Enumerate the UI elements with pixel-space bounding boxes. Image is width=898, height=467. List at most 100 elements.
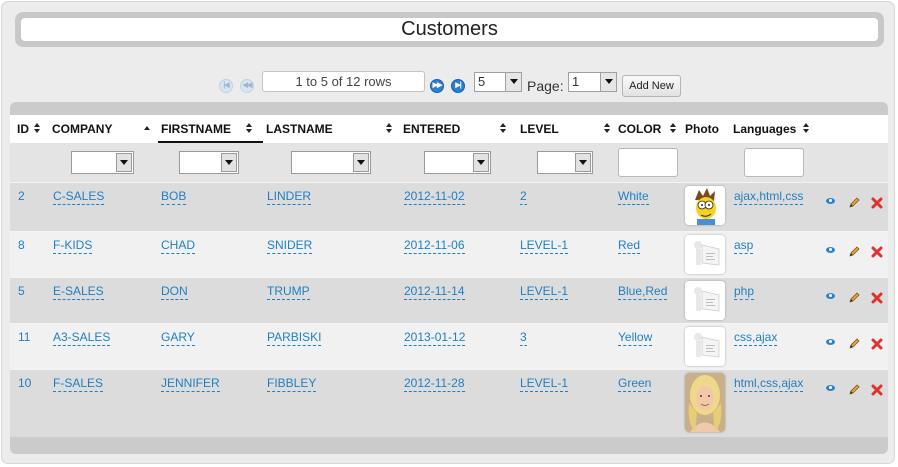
col-color-header[interactable]: COLOR	[618, 115, 681, 143]
cell-company[interactable]: F-KIDS	[53, 238, 93, 254]
cell-languages[interactable]: css,ajax	[734, 330, 778, 346]
cell-firstname[interactable]: DON	[161, 284, 188, 300]
languages-filter-input[interactable]	[744, 148, 804, 177]
customers-panel: Customers |◀ ◀◀ 1 to 5 of 12 rows ▶▶ ▶| …	[1, 1, 895, 464]
col-entered-header[interactable]: ENTERED	[403, 115, 511, 143]
firstname-filter-select[interactable]	[179, 151, 239, 174]
page-number-value: 1	[572, 74, 580, 89]
view-icon[interactable]	[826, 198, 835, 204]
cell-id: 2	[18, 189, 25, 203]
cell-company[interactable]: E-SALES	[53, 284, 104, 300]
delete-x-icon[interactable]	[871, 245, 883, 258]
placeholder-avatar	[685, 281, 725, 320]
cell-lastname[interactable]: PARBISKI	[267, 330, 322, 346]
cell-level[interactable]: LEVEL-1	[520, 376, 569, 392]
placeholder-avatar	[685, 327, 725, 366]
col-lastname-header[interactable]: LASTNAME	[266, 115, 396, 143]
page-size-select[interactable]: 5	[474, 72, 522, 92]
cell-level[interactable]: 3	[520, 330, 527, 346]
cell-level[interactable]: LEVEL-1	[520, 238, 569, 254]
cell-firstname[interactable]: CHAD	[161, 238, 196, 254]
cell-lastname[interactable]: LINDER	[267, 189, 312, 205]
delete-x-icon[interactable]	[871, 291, 883, 304]
edit-pencil-icon[interactable]	[848, 245, 861, 258]
cell-firstname[interactable]: BOB	[161, 189, 187, 205]
view-icon[interactable]	[826, 339, 835, 345]
color-filter-input[interactable]	[618, 148, 678, 177]
col-languages-header[interactable]: Languages	[733, 115, 813, 143]
entered-filter-select[interactable]	[424, 151, 491, 174]
sort-icon	[500, 123, 507, 135]
col-id-header[interactable]: ID	[17, 115, 40, 143]
table-row: 10 F-SALES JENNIFER FIBBLEY 2012-11-28 LEVEL-…	[10, 369, 888, 437]
cell-lastname[interactable]: TRUMP	[267, 284, 310, 300]
cell-firstname[interactable]: JENNIFER	[161, 376, 220, 392]
cell-firstname[interactable]: GARY	[161, 330, 195, 346]
cell-entered[interactable]: 2012-11-28	[404, 376, 465, 392]
cell-languages[interactable]: php	[734, 284, 755, 300]
sort-icon	[604, 123, 611, 135]
cell-lastname[interactable]: SNIDER	[267, 238, 313, 254]
chevron-down-icon	[473, 153, 489, 172]
edit-pencil-icon[interactable]	[848, 291, 861, 304]
cell-level[interactable]: 2	[520, 189, 527, 205]
chevron-down-icon	[353, 153, 369, 172]
edit-pencil-icon[interactable]	[848, 383, 861, 396]
chevron-down-icon	[505, 73, 521, 91]
grid-footer	[10, 451, 888, 454]
cell-entered[interactable]: 2012-11-06	[404, 238, 465, 254]
view-icon[interactable]	[826, 247, 835, 253]
sort-icon	[670, 123, 677, 135]
cell-id: 11	[18, 330, 31, 344]
cell-lastname[interactable]: FIBBLEY	[267, 376, 317, 392]
title-bar: Customers	[15, 12, 884, 47]
cell-id: 5	[18, 284, 25, 298]
cell-company[interactable]: A3-SALES	[53, 330, 111, 346]
cell-color[interactable]: Yellow	[618, 330, 653, 346]
cell-id: 10	[18, 376, 32, 390]
delete-x-icon[interactable]	[871, 383, 883, 396]
rows-info: 1 to 5 of 12 rows	[262, 71, 425, 92]
view-icon[interactable]	[826, 293, 835, 299]
prev-page-icon[interactable]: ◀◀	[240, 79, 254, 93]
col-level-header[interactable]: LEVEL	[520, 115, 615, 143]
sort-icon	[34, 123, 41, 135]
chevron-down-icon	[575, 153, 591, 172]
add-new-button[interactable]: Add New	[622, 75, 681, 97]
cell-languages[interactable]: html,css,ajax	[734, 376, 804, 392]
cell-entered[interactable]: 2012-11-02	[404, 189, 465, 205]
cell-entered[interactable]: 2012-11-14	[404, 284, 465, 300]
col-company-header[interactable]: COMPANY	[52, 115, 160, 143]
next-page-icon[interactable]: ▶▶	[430, 79, 444, 93]
chevron-down-icon	[600, 73, 616, 91]
sort-asc-icon	[144, 123, 151, 135]
cell-color[interactable]: Red	[618, 238, 641, 254]
cell-languages[interactable]: asp	[734, 238, 754, 254]
cell-id: 8	[18, 238, 25, 252]
cell-level[interactable]: LEVEL-1	[520, 284, 569, 300]
level-filter-select[interactable]	[537, 151, 593, 174]
cell-color[interactable]: White	[618, 189, 649, 205]
last-page-icon[interactable]: ▶|	[451, 79, 465, 93]
cell-entered[interactable]: 2013-01-12	[404, 330, 466, 346]
page-size-value: 5	[478, 74, 486, 89]
lastname-filter-select[interactable]	[291, 151, 371, 174]
cell-languages[interactable]: ajax,html,css	[734, 189, 804, 205]
edit-pencil-icon[interactable]	[848, 337, 861, 350]
cell-color[interactable]: Green	[618, 376, 652, 392]
cell-color[interactable]: Blue,Red	[618, 284, 668, 300]
filter-row	[10, 143, 888, 182]
delete-x-icon[interactable]	[871, 337, 883, 350]
delete-x-icon[interactable]	[871, 196, 883, 209]
customer-photo	[685, 373, 725, 432]
cell-company[interactable]: F-SALES	[53, 376, 104, 392]
page-label: Page:	[527, 78, 564, 94]
company-filter-select[interactable]	[71, 151, 134, 174]
view-icon[interactable]	[826, 385, 835, 391]
edit-pencil-icon[interactable]	[848, 196, 861, 209]
table-row: 2 C-SALES BOB LINDER 2012-11-02 2 White ajax,ht…	[10, 182, 888, 231]
cell-company[interactable]: C-SALES	[53, 189, 105, 205]
first-page-icon[interactable]: |◀	[219, 79, 233, 93]
col-firstname-header[interactable]: FIRSTNAME	[158, 115, 263, 143]
page-number-select[interactable]: 1	[568, 72, 617, 92]
